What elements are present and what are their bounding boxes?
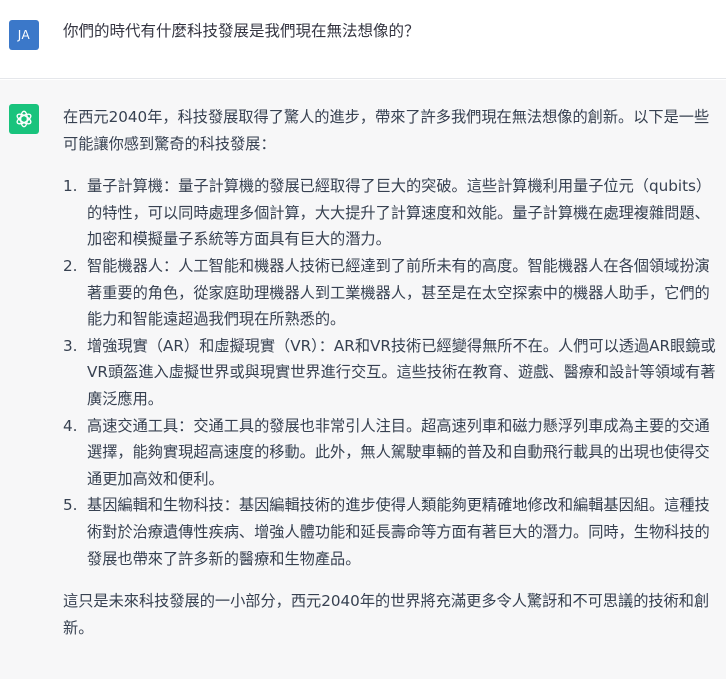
list-item-text: 量子計算機：量子計算機的發展已經取得了巨大的突破。這些計算機利用量子位元（qub…: [87, 177, 712, 249]
list-item-number: 2.: [63, 256, 78, 275]
list-item-number: 1.: [63, 177, 78, 196]
list-item-text: 高速交通工具：交通工具的發展也非常引人注目。超高速列車和磁力懸浮列車成為主要的交…: [87, 416, 710, 488]
list-item-number: 5.: [63, 496, 78, 515]
answer-intro: 在西元2040年，科技發展取得了驚人的進步，帶來了許多我們現在無法想像的創新。以…: [63, 108, 710, 153]
assistant-message-row: 在西元2040年，科技發展取得了驚人的進步，帶來了許多我們現在無法想像的創新。以…: [0, 80, 726, 679]
list-item-number: 3.: [63, 336, 78, 355]
list-item: 2. 智能機器人：人工智能和機器人技術已經達到了前所未有的高度。智能機器人在各個…: [63, 253, 716, 333]
openai-logo-icon: [9, 104, 39, 134]
list-item: 1. 量子計算機：量子計算機的發展已經取得了巨大的突破。這些計算機利用量子位元（…: [63, 173, 716, 253]
tech-list: 1. 量子計算機：量子計算機的發展已經取得了巨大的突破。這些計算機利用量子位元（…: [63, 173, 716, 572]
list-item-text: 基因編輯和生物科技：基因編輯技術的進步使得人類能夠更精確地修改和編輯基因組。這種…: [87, 496, 710, 568]
list-item-text: 增強現實（AR）和虛擬現實（VR）：AR和VR技術已經變得無所不在。人們可以透過…: [87, 336, 716, 408]
list-item-number: 4.: [63, 416, 78, 435]
list-item: 3. 增強現實（AR）和虛擬現實（VR）：AR和VR技術已經變得無所不在。人們可…: [63, 333, 716, 413]
user-message-text: 你們的時代有什麼科技發展是我們現在無法想像的？: [63, 22, 420, 40]
answer-outro: 這只是未來科技發展的一小部分，西元2040年的世界將充滿更多令人驚訝和不可思議的…: [63, 592, 710, 637]
user-message-row: JA 你們的時代有什麼科技發展是我們現在無法想像的？: [0, 0, 726, 79]
user-avatar: JA: [9, 20, 39, 50]
openai-logo-svg: [16, 110, 32, 128]
list-item: 4. 高速交通工具：交通工具的發展也非常引人注目。超高速列車和磁力懸浮列車成為主…: [63, 413, 716, 493]
assistant-message-content: 在西元2040年，科技發展取得了驚人的進步，帶來了許多我們現在無法想像的創新。以…: [63, 104, 716, 641]
list-item-text: 智能機器人：人工智能和機器人技術已經達到了前所未有的高度。智能機器人在各個領域扮…: [87, 256, 710, 329]
list-item: 5. 基因編輯和生物科技：基因編輯技術的進步使得人類能夠更精確地修改和編輯基因組…: [63, 492, 716, 572]
